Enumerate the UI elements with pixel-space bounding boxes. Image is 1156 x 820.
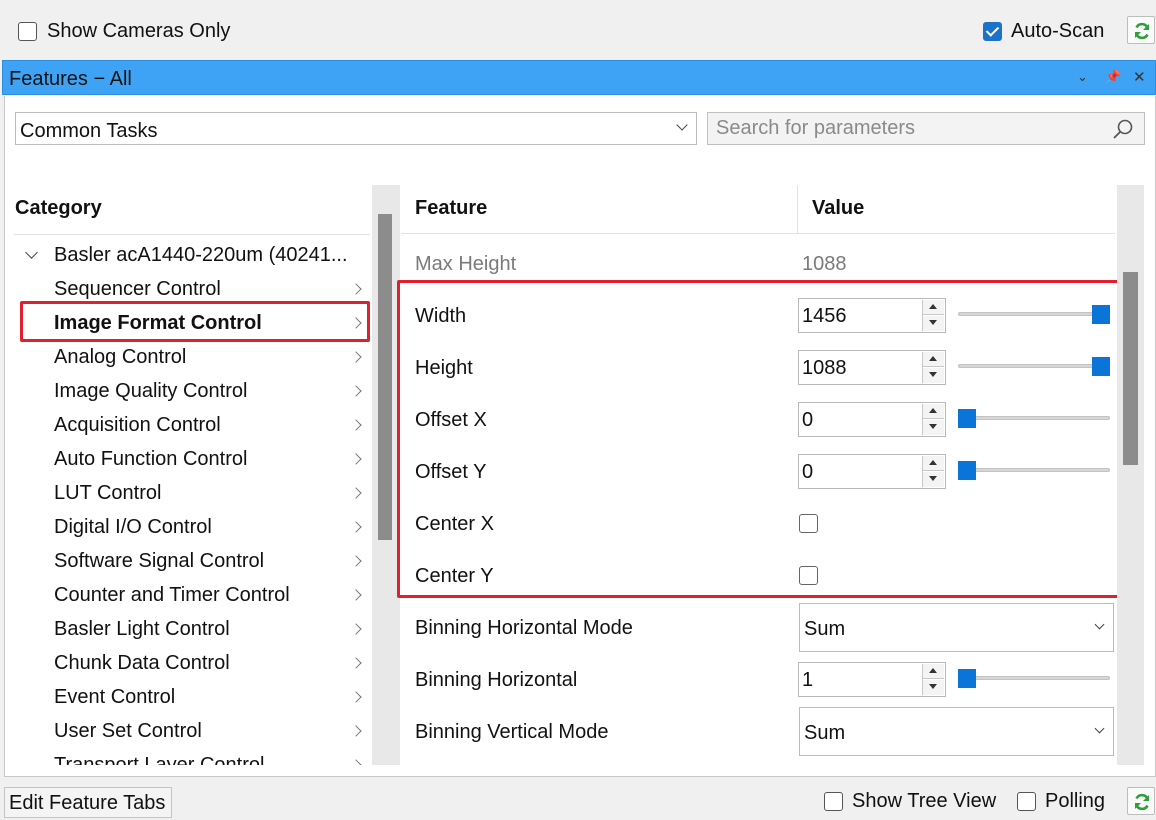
selected-category-highlight [20, 301, 370, 342]
tree-item-digital-io-control[interactable]: Digital I/O Control [54, 510, 370, 544]
tree-item-label: Digital I/O Control [54, 516, 212, 538]
show-tree-view-checkbox[interactable] [824, 792, 843, 811]
show-cameras-only-label: Show Cameras Only [47, 20, 231, 42]
tree-item-lut-control[interactable]: LUT Control [54, 476, 370, 510]
chevron-right-icon [350, 657, 362, 669]
refresh-features-button[interactable] [1127, 787, 1155, 815]
chevron-right-icon [350, 487, 362, 499]
value-column-header[interactable]: Value [812, 197, 864, 220]
view-select[interactable]: Common Tasks [15, 112, 697, 145]
edit-feature-tabs-button[interactable]: Edit Feature Tabs [4, 787, 172, 818]
binning-horizontal-slider-track[interactable] [958, 676, 1110, 680]
chevron-down-icon [1094, 619, 1105, 630]
chevron-right-icon [350, 589, 362, 601]
pin-icon[interactable]: 📌 [1105, 69, 1121, 85]
feature-binning-horizontal-mode-label: Binning Horizontal Mode [415, 617, 633, 639]
chevron-right-icon [350, 725, 362, 737]
panel-title: Features − All [9, 68, 132, 90]
tree-item-software-signal-control[interactable]: Software Signal Control [54, 544, 370, 578]
binning-vertical-mode-select[interactable]: Sum [799, 707, 1114, 756]
show-cameras-only-checkbox[interactable] [18, 22, 37, 41]
binning-horizontal-mode-select[interactable]: Sum [799, 603, 1114, 652]
binning-horizontal-stepper[interactable]: 1 [798, 662, 946, 697]
chevron-right-icon [350, 283, 362, 295]
chevron-right-icon [350, 623, 362, 635]
tree-item-label: User Set Control [54, 720, 202, 742]
search-input[interactable] [708, 113, 1098, 144]
binning-vertical-mode-value: Sum [804, 722, 846, 744]
feature-max-height-label: Max Height [415, 253, 517, 275]
feature-scrollbar-thumb[interactable] [1123, 272, 1138, 465]
chevron-right-icon [350, 759, 362, 765]
tree-item-event-control[interactable]: Event Control [54, 680, 370, 714]
tree-item-label: Basler Light Control [54, 618, 230, 640]
tree-item-label: Sequencer Control [54, 278, 221, 300]
polling-checkbox[interactable] [1017, 792, 1036, 811]
tree-item-label: Chunk Data Control [54, 652, 230, 674]
tree-item-label: Event Control [54, 686, 176, 708]
tree-clip: Transport Layer Control [54, 748, 370, 765]
binning-horizontal-mode-value: Sum [804, 618, 846, 640]
feature-binning-vertical-mode-label: Binning Vertical Mode [415, 721, 609, 743]
tree-item-auto-function-control[interactable]: Auto Function Control [54, 442, 370, 476]
tree-item-image-quality-control[interactable]: Image Quality Control [54, 374, 370, 408]
tree-item-basler-light-control[interactable]: Basler Light Control [54, 612, 370, 646]
tree-item-user-set-control[interactable]: User Set Control [54, 714, 370, 748]
tree-item-label: Software Signal Control [54, 550, 265, 572]
feature-column-header[interactable]: Feature [415, 197, 487, 220]
category-header: Category [15, 197, 102, 219]
chevron-right-icon [350, 419, 362, 431]
chevron-down-icon [676, 119, 688, 131]
polling-label: Polling [1045, 790, 1106, 812]
tree-item-chunk-data-control[interactable]: Chunk Data Control [54, 646, 370, 680]
tree-item-device[interactable]: Basler acA1440-220um (40241... [54, 238, 370, 272]
refresh-devices-button[interactable] [1127, 16, 1155, 44]
auto-scan-label: Auto-Scan [1011, 20, 1105, 42]
auto-scan-checkbox[interactable] [983, 22, 1002, 41]
edit-feature-tabs-label: Edit Feature Tabs [9, 792, 166, 814]
category-header-divider [14, 234, 370, 235]
chevron-down-icon [1094, 723, 1105, 734]
tree-item-label: Auto Function Control [54, 448, 248, 470]
column-divider [797, 185, 798, 233]
tree-item-acquisition-control[interactable]: Acquisition Control [54, 408, 370, 442]
search-box[interactable] [707, 112, 1145, 145]
tree-item-label: Basler acA1440-220um (40241... [54, 244, 348, 266]
close-icon[interactable]: ✕ [1133, 68, 1146, 86]
tree-item-label: Transport Layer Control [54, 754, 265, 765]
view-select-value: Common Tasks [20, 120, 158, 142]
header-divider [401, 233, 1115, 234]
chevron-right-icon [350, 521, 362, 533]
show-tree-view-label: Show Tree View [852, 790, 997, 812]
chevron-right-icon [350, 555, 362, 567]
category-scrollbar-thumb[interactable] [378, 214, 392, 540]
tree-item-label: Image Quality Control [54, 380, 248, 402]
tree-item-transport-layer-control[interactable]: Transport Layer Control [54, 748, 370, 765]
feature-max-height-value: 1088 [802, 253, 847, 275]
refresh-icon [1135, 793, 1149, 811]
tree-item-label: LUT Control [54, 482, 162, 504]
binning-horizontal-decrement[interactable] [923, 680, 944, 695]
features-panel-titlebar: Features − All ⌄ 📌 ✕ [2, 60, 1156, 95]
search-icon[interactable] [1112, 118, 1134, 140]
tree-item-analog-control[interactable]: Analog Control [54, 340, 370, 374]
chevron-down-icon[interactable]: ⌄ [1077, 69, 1088, 85]
tree-item-label: Counter and Timer Control [54, 584, 290, 606]
binning-horizontal-increment[interactable] [923, 664, 944, 679]
binning-horizontal-value[interactable]: 1 [802, 669, 813, 692]
chevron-right-icon [350, 351, 362, 363]
chevron-right-icon [350, 453, 362, 465]
feature-binning-horizontal-label: Binning Horizontal [415, 669, 578, 691]
refresh-icon [1135, 22, 1149, 40]
highlighted-features-box [397, 280, 1124, 598]
tree-item-label: Analog Control [54, 346, 187, 368]
tree-item-counter-timer-control[interactable]: Counter and Timer Control [54, 578, 370, 612]
chevron-right-icon [350, 691, 362, 703]
chevron-right-icon [350, 385, 362, 397]
binning-horizontal-slider-thumb[interactable] [958, 669, 976, 688]
tree-item-label: Acquisition Control [54, 414, 221, 436]
